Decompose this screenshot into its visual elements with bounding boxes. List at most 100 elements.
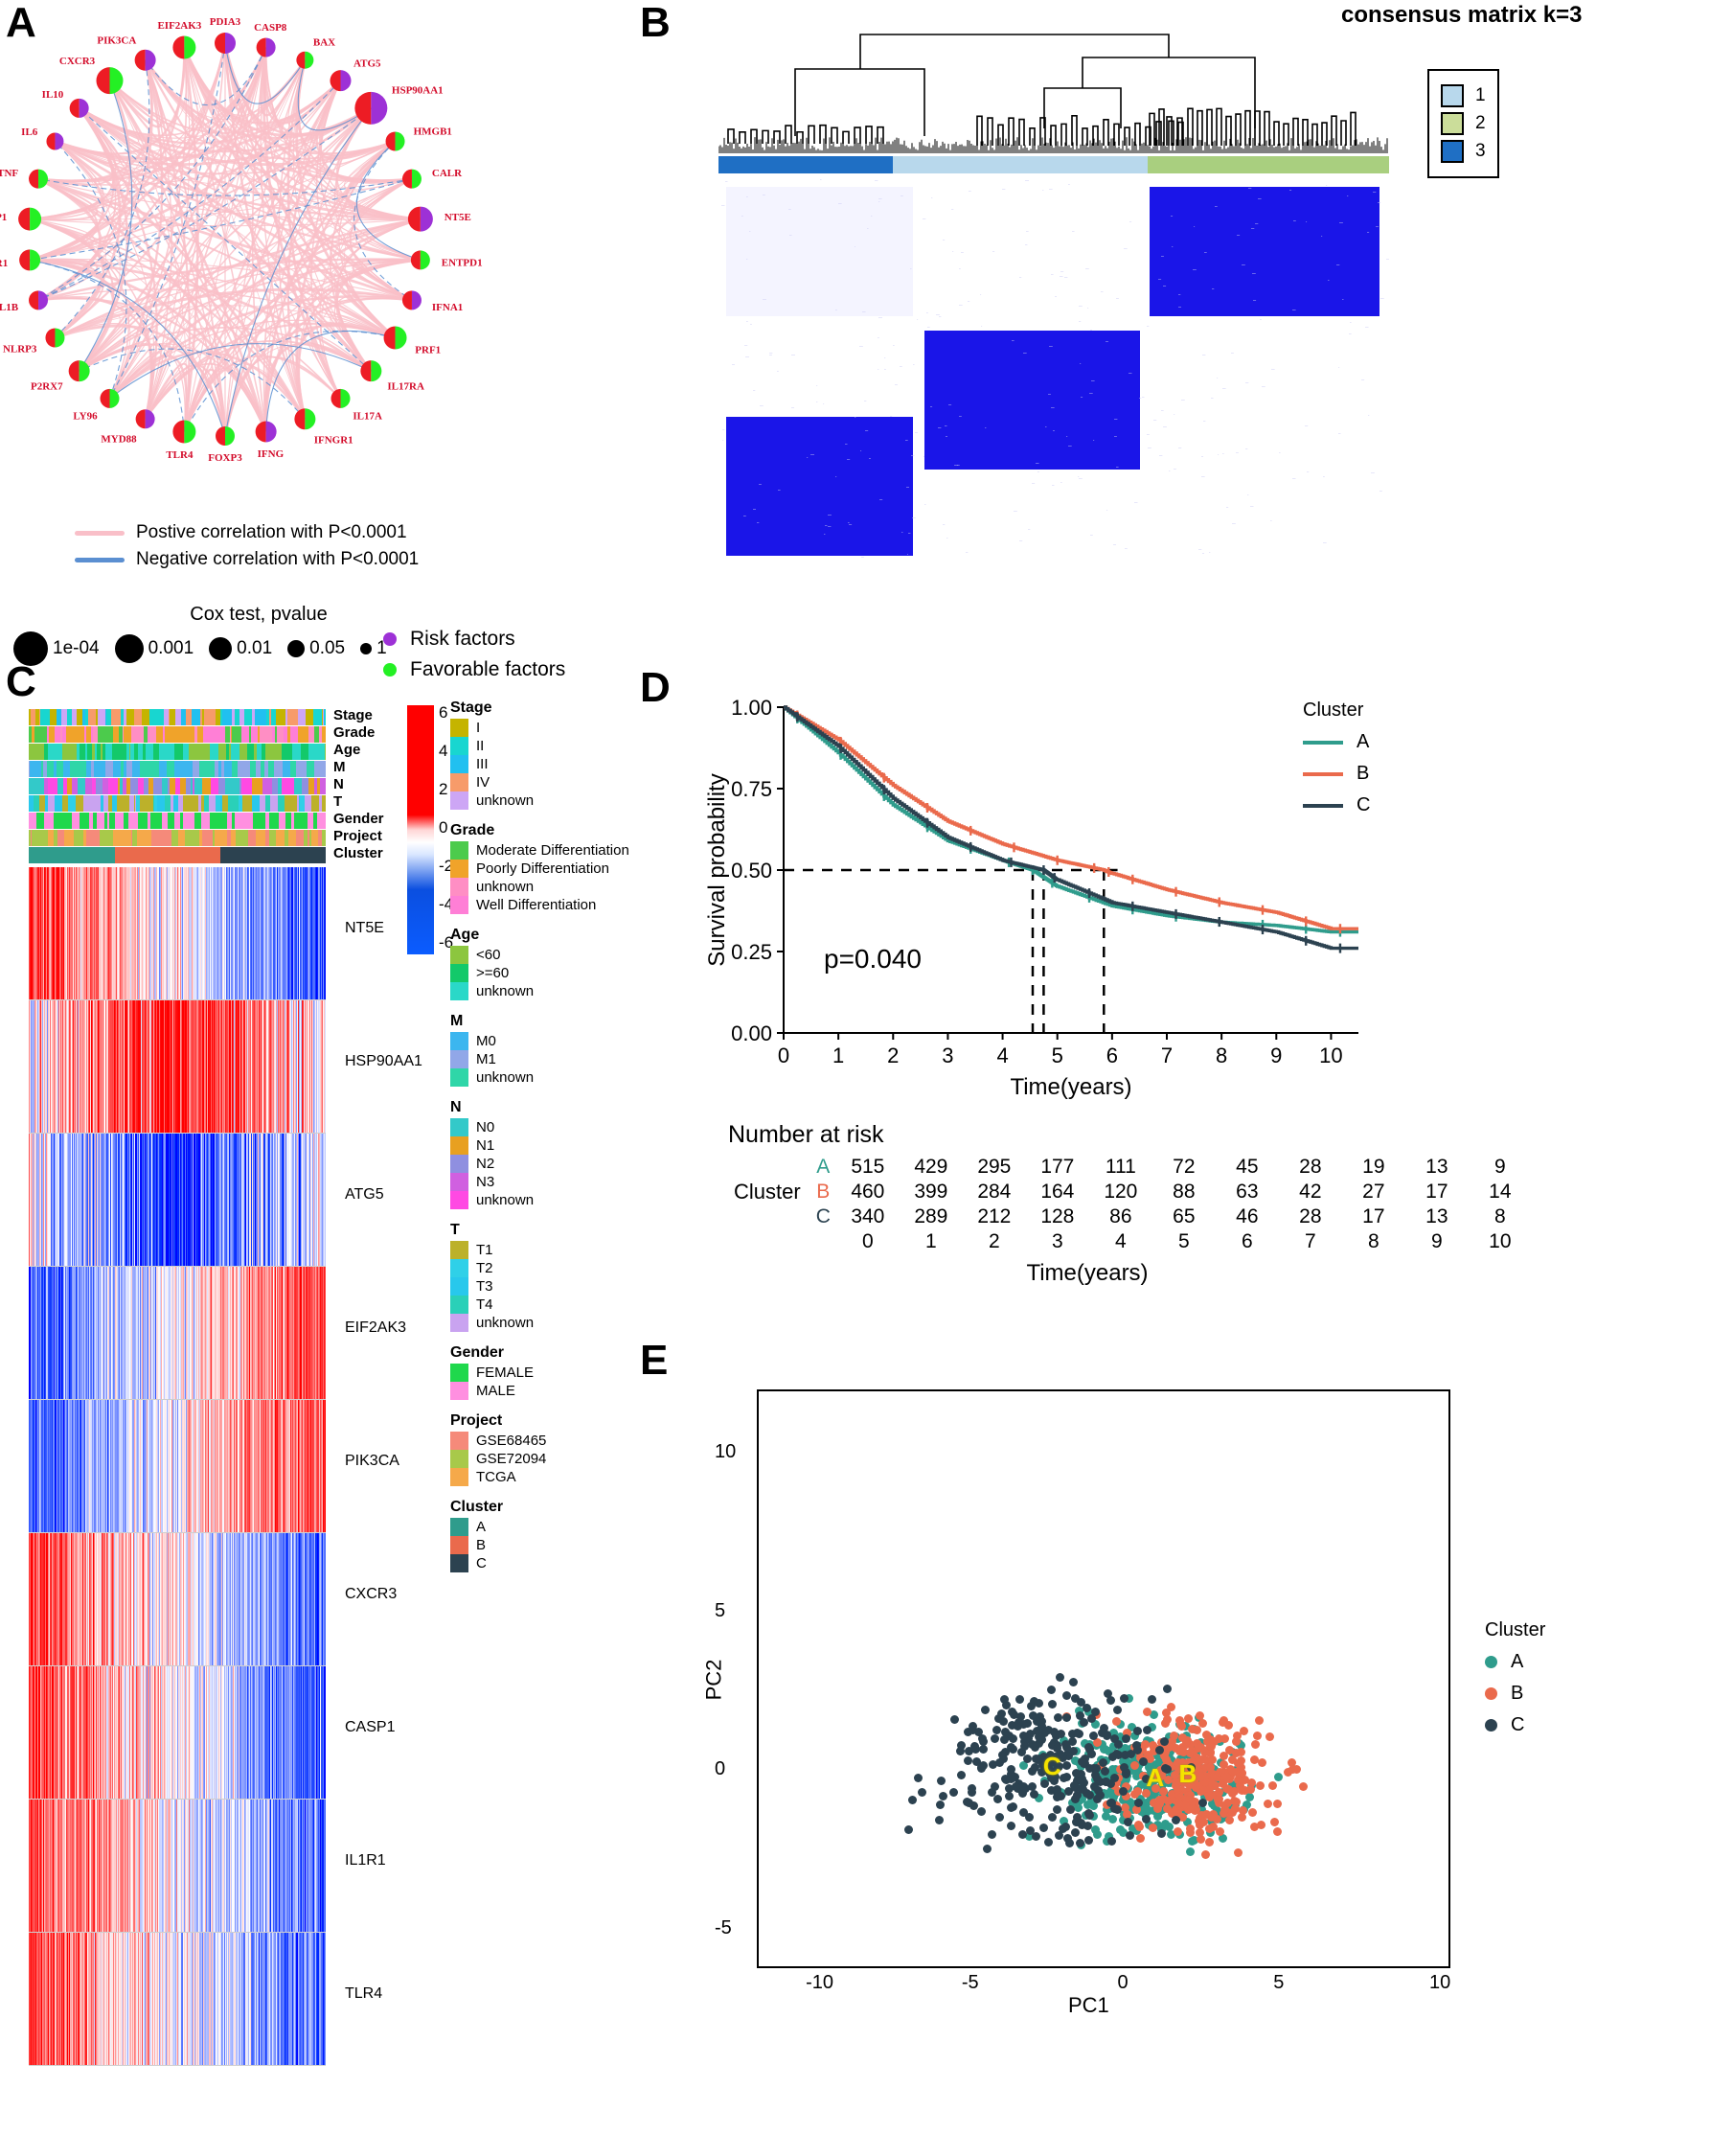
number-at-risk-title: Number at risk bbox=[728, 1121, 884, 1148]
legend-swatch bbox=[450, 1468, 468, 1486]
pca-scatter-area: CAB bbox=[757, 1389, 1450, 1968]
negative-correlation-swatch bbox=[75, 557, 125, 562]
network-node-label-nt5e: NT5E bbox=[445, 212, 471, 223]
survival-legend-line bbox=[1303, 803, 1343, 808]
legend-label: unknown bbox=[476, 792, 535, 809]
pca-point bbox=[1116, 1824, 1126, 1834]
legend-item: T4 bbox=[450, 1296, 632, 1314]
annotation-cell bbox=[88, 709, 96, 725]
pca-point bbox=[917, 1788, 926, 1798]
pca-point bbox=[1044, 1837, 1054, 1846]
survival-legend-item: A bbox=[1303, 731, 1370, 753]
annotation-cell bbox=[244, 778, 252, 794]
annotation-cell bbox=[155, 778, 162, 794]
legend-label: N3 bbox=[476, 1174, 495, 1190]
legend-group-title: Stage bbox=[450, 700, 492, 716]
pca-point bbox=[1048, 1700, 1058, 1709]
legend-label: N1 bbox=[476, 1137, 495, 1154]
annotation-cell bbox=[178, 761, 185, 777]
network-node-label-pdia3: PDIA3 bbox=[210, 16, 241, 28]
annotation-row-project: Project bbox=[29, 828, 382, 846]
risk-table-cell: 120 bbox=[1104, 1181, 1138, 1203]
pca-legend-label: C bbox=[1511, 1714, 1525, 1735]
legend-item: TCGA bbox=[450, 1468, 632, 1486]
annotation-cell bbox=[192, 709, 199, 725]
network-node-label-il1b: IL1B bbox=[0, 302, 19, 313]
legend-label: Well Differentiation bbox=[476, 897, 597, 913]
pca-point bbox=[1198, 1799, 1208, 1808]
pca-point bbox=[1171, 1816, 1180, 1825]
pca-point bbox=[1084, 1764, 1094, 1773]
km-ylabel: Survival probability bbox=[704, 773, 730, 966]
pca-point bbox=[1068, 1737, 1078, 1747]
risk-table-xtick: 5 bbox=[1178, 1230, 1190, 1252]
pca-point bbox=[1000, 1694, 1010, 1704]
pca-point bbox=[1239, 1726, 1248, 1735]
annotation-cell bbox=[256, 778, 262, 794]
annotation-cell bbox=[301, 744, 308, 760]
pca-point bbox=[980, 1705, 990, 1714]
annotation-cell bbox=[149, 726, 156, 743]
annotation-cell bbox=[57, 830, 64, 846]
legend-swatch bbox=[450, 755, 468, 773]
network-node-label-il6: IL6 bbox=[21, 126, 38, 138]
annotation-cell bbox=[88, 795, 96, 812]
heatmap-cell bbox=[325, 1267, 327, 1399]
risk-table-xtick: 0 bbox=[862, 1230, 874, 1252]
risk-table-cell: 13 bbox=[1425, 1205, 1448, 1227]
annotation-cell bbox=[120, 795, 127, 812]
pca-point bbox=[1254, 1716, 1264, 1726]
risk-table-axis-row: 0 1 2 3 4 5 6 7 8 9 10 bbox=[728, 1229, 1532, 1254]
annotation-cell bbox=[140, 795, 148, 812]
annotation-cell bbox=[220, 847, 326, 863]
pca-point bbox=[1161, 1719, 1171, 1729]
pca-point bbox=[1161, 1708, 1171, 1717]
pca-x-tick: 0 bbox=[1117, 1972, 1129, 1993]
network-node-label-ifngr1: IFNGR1 bbox=[314, 434, 353, 446]
annotation-cell bbox=[113, 761, 121, 777]
pca-legend-label: B bbox=[1511, 1683, 1524, 1704]
pca-point bbox=[938, 1791, 947, 1800]
panel-c-category-legend: Stage I II III IV unknown Grade Moderate Differ… bbox=[450, 700, 632, 1585]
pca-point bbox=[1031, 1832, 1040, 1842]
heatmap-gene-row: HSP90AA1 bbox=[29, 1000, 422, 1134]
annotation-cell bbox=[32, 830, 38, 846]
annotation-cell bbox=[80, 813, 86, 829]
risk-table-cell: 111 bbox=[1105, 1156, 1136, 1178]
legend-swatch bbox=[450, 773, 468, 791]
annotation-cell bbox=[41, 830, 48, 846]
pca-point bbox=[1224, 1815, 1234, 1824]
annotation-cell bbox=[50, 709, 57, 725]
annotation-cell bbox=[126, 709, 134, 725]
annotation-row-grade: Grade bbox=[29, 724, 375, 743]
cluster-color-bar bbox=[718, 156, 1389, 173]
legend-item: GSE72094 bbox=[450, 1450, 632, 1468]
km-y-tick: 1.00 bbox=[731, 696, 772, 720]
legend-swatch bbox=[450, 737, 468, 755]
annotation-cell bbox=[314, 761, 322, 777]
pca-point bbox=[1030, 1763, 1039, 1773]
pca-point bbox=[1273, 1799, 1283, 1808]
risk-table-cell: 17 bbox=[1425, 1181, 1448, 1203]
pca-point bbox=[1237, 1812, 1246, 1822]
km-x-tick: 2 bbox=[887, 1044, 899, 1067]
colorbar-tick: 4 bbox=[439, 742, 448, 760]
heatmap-cell bbox=[325, 1533, 327, 1665]
risk-table-cell: 13 bbox=[1425, 1156, 1448, 1178]
pca-point bbox=[1113, 1739, 1123, 1749]
annotation-cell bbox=[241, 726, 249, 743]
pca-point bbox=[978, 1745, 988, 1755]
legend-swatch bbox=[450, 1155, 468, 1173]
risk-table-cell: 212 bbox=[977, 1205, 1012, 1227]
cox-legend-title: Cox test, pvalue bbox=[190, 604, 328, 625]
annotation-cell bbox=[258, 830, 265, 846]
annotation-label-stage: Stage bbox=[333, 707, 373, 723]
legend-swatch bbox=[450, 1191, 468, 1209]
pca-point bbox=[1184, 1714, 1194, 1724]
annotation-cell bbox=[260, 726, 267, 743]
heatmap-gene-row: CXCR3 bbox=[29, 1533, 397, 1666]
risk-table-xtick: 3 bbox=[1052, 1230, 1063, 1252]
legend-swatch bbox=[450, 1554, 468, 1572]
risk-table-cell: 28 bbox=[1299, 1205, 1322, 1227]
survival-legend: Cluster ABC bbox=[1303, 700, 1370, 816]
